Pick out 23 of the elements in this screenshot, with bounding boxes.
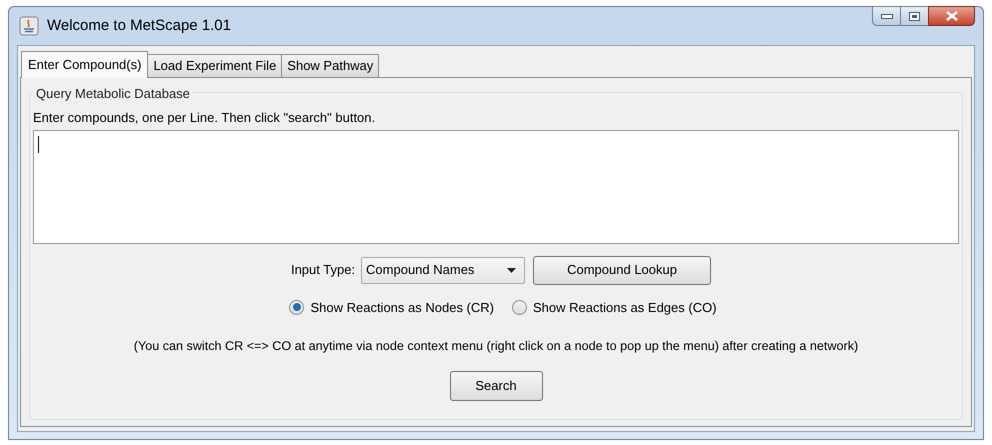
minimize-icon bbox=[880, 14, 892, 18]
close-button[interactable] bbox=[928, 6, 975, 26]
compound-lookup-button[interactable]: Compound Lookup bbox=[533, 256, 712, 284]
input-type-dropdown[interactable]: Compound Names bbox=[361, 256, 526, 284]
radio-label: Show Reactions as Nodes (CR) bbox=[310, 298, 494, 317]
maximize-icon bbox=[909, 12, 920, 20]
radio-button[interactable] bbox=[512, 300, 527, 315]
tab[interactable]: Enter Compound(s) bbox=[21, 51, 148, 78]
note-text: (You can switch CR <=> CO at anytime via node context menu (right click on a node to pop up the menu) after creating a network) bbox=[134, 338, 858, 355]
tab[interactable]: Show Pathway bbox=[281, 54, 380, 77]
search-button[interactable]: Search bbox=[450, 370, 542, 401]
maximize-button[interactable] bbox=[901, 6, 928, 26]
radio-button[interactable] bbox=[289, 300, 304, 315]
tab[interactable]: Load Experiment File bbox=[147, 54, 282, 77]
app-icon bbox=[19, 16, 39, 36]
radio-label: Show Reactions as Edges (CO) bbox=[533, 298, 717, 317]
instruction-text: Enter compounds, one per Line. Then click "search" button. bbox=[33, 109, 376, 127]
window-title: Welcome to MetScape 1.01 bbox=[47, 16, 231, 36]
minimize-button[interactable] bbox=[872, 6, 901, 26]
dropdown-arrow-icon bbox=[507, 268, 516, 272]
text-cursor bbox=[38, 136, 39, 152]
close-icon bbox=[946, 11, 958, 21]
input-type-label: Input Type: bbox=[290, 261, 356, 280]
